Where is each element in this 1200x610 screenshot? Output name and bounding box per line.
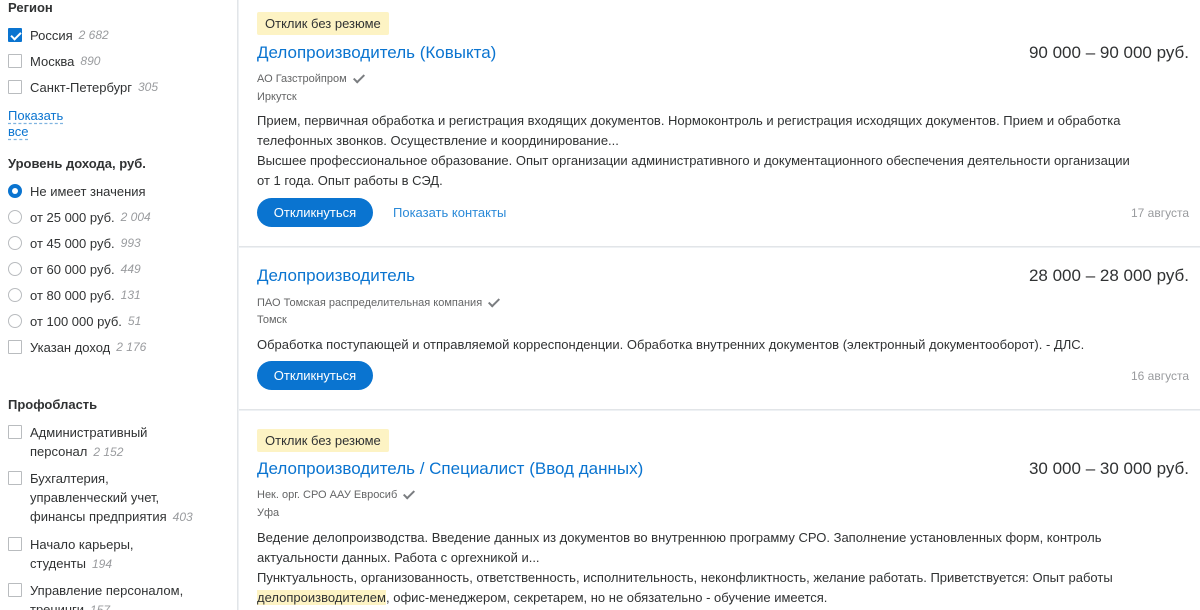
vacancy-date: 17 августа xyxy=(1130,206,1189,220)
checkbox-icon[interactable] xyxy=(8,583,22,597)
radio-icon[interactable] xyxy=(8,314,22,328)
vacancy-salary: 30 000 – 30 000 руб. xyxy=(1028,459,1189,478)
company-link[interactable]: ПАО Томская распределительная компания xyxy=(257,296,482,310)
region-filter-title: Регион xyxy=(8,0,53,15)
no-resume-badge: Отклик без резюме xyxy=(257,12,389,35)
profarea-option-accounting[interactable]: Бухгалтерия, управленческий учет, финанс… xyxy=(8,469,230,527)
vacancy-responsibility: Прием, первичная обработка и регистрация… xyxy=(257,113,1121,148)
vacancy-city: Томск xyxy=(257,314,287,326)
vacancy-date: 16 августа xyxy=(1130,369,1189,383)
income-option-100000[interactable]: от 100 000 руб. 51 xyxy=(8,312,230,331)
income-option-60000[interactable]: от 60 000 руб. 449 xyxy=(8,260,230,279)
verified-check-icon xyxy=(353,74,365,84)
vacancy-salary: 90 000 – 90 000 руб. xyxy=(1028,43,1189,62)
respond-button[interactable]: Откликнуться xyxy=(257,198,373,227)
vacancy-title-link[interactable]: Делопроизводитель / Специалист (Ввод дан… xyxy=(257,458,643,480)
income-filter-title: Уровень дохода, руб. xyxy=(8,156,146,171)
checkbox-checked-icon[interactable] xyxy=(8,28,22,42)
income-option-80000[interactable]: от 80 000 руб. 131 xyxy=(8,286,230,305)
checkbox-icon[interactable] xyxy=(8,537,22,551)
verified-check-icon xyxy=(403,490,415,500)
show-all-regions-link[interactable]: Показать все xyxy=(8,108,63,140)
profarea-option-admin[interactable]: Административный персонал 2 152 xyxy=(8,423,230,462)
vacancy-requirements: Пунктуальность, организованность, ответс… xyxy=(257,570,1113,605)
vacancy-requirements: Высшее профессиональное образование. Опы… xyxy=(257,153,1130,188)
region-option-russia[interactable]: Россия 2 682 xyxy=(8,26,230,45)
vacancy-company: АО Газстройпром xyxy=(257,72,365,86)
vacancy-salary: 28 000 – 28 000 руб. xyxy=(1028,266,1189,285)
show-contacts-link[interactable]: Показать контакты xyxy=(393,205,506,221)
region-option-moscow[interactable]: Москва 890 xyxy=(8,52,230,71)
checkbox-icon[interactable] xyxy=(8,340,22,354)
company-link[interactable]: АО Газстройпром xyxy=(257,72,347,86)
income-option-45000[interactable]: от 45 000 руб. 993 xyxy=(8,234,230,253)
vacancy-card: Отклик без резюме Делопроизводитель / Сп… xyxy=(239,411,1200,610)
filters-sidebar: Регион Россия 2 682 Москва 890 Санкт-Пет… xyxy=(0,0,238,610)
vacancy-company: Нек. орг. СРО ААУ Евросиб xyxy=(257,488,415,502)
search-highlight: делопроизводителем xyxy=(257,590,386,605)
income-option-any[interactable]: Не имеет значения xyxy=(8,182,230,201)
checkbox-icon[interactable] xyxy=(8,425,22,439)
vacancy-card: Отклик без резюме Делопроизводитель (Ков… xyxy=(239,0,1200,247)
region-option-spb[interactable]: Санкт-Петербург 305 xyxy=(8,78,230,97)
checkbox-icon[interactable] xyxy=(8,471,22,485)
vacancy-title-link[interactable]: Делопроизводитель (Ковыкта) xyxy=(257,42,496,64)
radio-icon[interactable] xyxy=(8,262,22,276)
vacancy-responsibility: Ведение делопроизводства. Введение данны… xyxy=(257,530,1102,565)
profarea-option-hr[interactable]: Управление персоналом, тренинги 157 xyxy=(8,581,230,610)
radio-icon[interactable] xyxy=(8,210,22,224)
vacancy-title-link[interactable]: Делопроизводитель xyxy=(257,265,415,287)
income-option-25000[interactable]: от 25 000 руб. 2 004 xyxy=(8,208,230,227)
vacancy-company: ПАО Томская распределительная компания xyxy=(257,296,500,310)
respond-button[interactable]: Откликнуться xyxy=(257,361,373,390)
vacancy-card: Делопроизводитель 28 000 – 28 000 руб. П… xyxy=(239,248,1200,410)
income-option-with-salary[interactable]: Указан доход 2 176 xyxy=(8,338,230,357)
no-resume-badge: Отклик без резюме xyxy=(257,429,389,452)
checkbox-icon[interactable] xyxy=(8,80,22,94)
radio-icon[interactable] xyxy=(8,236,22,250)
vacancy-responsibility: Обработка поступающей и отправляемой кор… xyxy=(257,337,1085,352)
radio-icon[interactable] xyxy=(8,288,22,302)
vacancy-city: Уфа xyxy=(257,507,280,519)
profarea-filter-title: Профобласть xyxy=(8,397,98,412)
profarea-option-career-start[interactable]: Начало карьеры, студенты 194 xyxy=(8,535,230,574)
radio-selected-icon[interactable] xyxy=(8,184,22,198)
verified-check-icon xyxy=(488,298,500,308)
vacancy-city: Иркутск xyxy=(257,91,297,103)
checkbox-icon[interactable] xyxy=(8,54,22,68)
company-link[interactable]: Нек. орг. СРО ААУ Евросиб xyxy=(257,488,397,502)
